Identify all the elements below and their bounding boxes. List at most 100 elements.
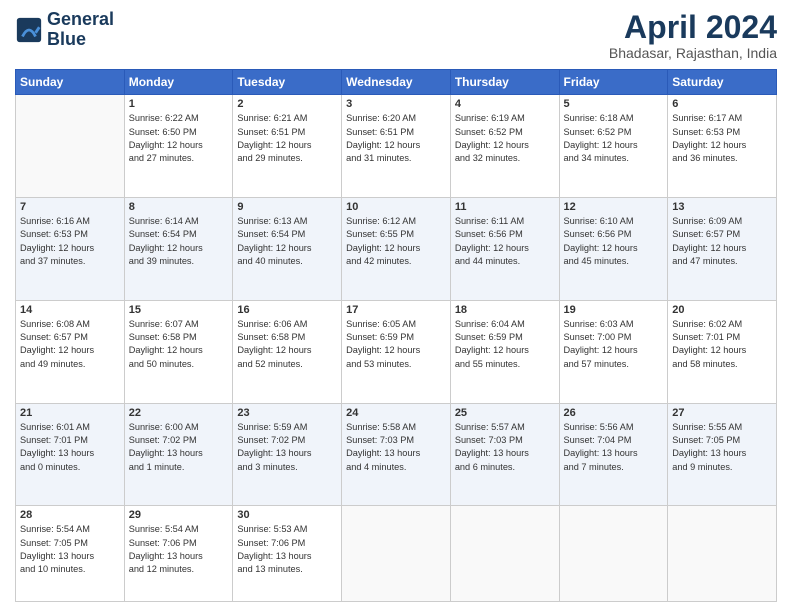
calendar-cell: 1Sunrise: 6:22 AM Sunset: 6:50 PM Daylig…: [124, 95, 233, 198]
calendar-cell: [342, 506, 451, 602]
day-number: 10: [346, 201, 446, 213]
calendar-cell: [450, 506, 559, 602]
day-number: 3: [346, 98, 446, 110]
calendar-cell: 2 Sunrise: 6:21 AM Sunset: 6:51 PM Daylig…: [233, 95, 342, 198]
day-info: Sunrise: 6:11 AM Sunset: 6:56 PM Dayligh…: [455, 215, 555, 268]
calendar-cell: 28 Sunrise: 5:54 AM Sunset: 7:05 PM Dayli…: [16, 506, 125, 602]
header-day-sunday: Sunday: [16, 70, 125, 95]
calendar-cell: 21 Sunrise: 6:01 AM Sunset: 7:01 PM Dayli…: [16, 403, 125, 506]
calendar-cell: 26 Sunrise: 5:56 AM Sunset: 7:04 PM Dayli…: [559, 403, 668, 506]
day-number: 25: [455, 407, 555, 419]
logo-line2: Blue: [47, 30, 114, 50]
logo-icon: [15, 16, 43, 44]
logo: General Blue: [15, 10, 114, 50]
calendar-cell: 5 Sunrise: 6:18 AM Sunset: 6:52 PM Daylig…: [559, 95, 668, 198]
day-number: 21: [20, 407, 120, 419]
day-info: Sunrise: 5:56 AM Sunset: 7:04 PM Dayligh…: [564, 421, 664, 474]
week-row-3: 14 Sunrise: 6:08 AM Sunset: 6:57 PM Dayli…: [16, 300, 777, 403]
day-info: Sunrise: 6:04 AM Sunset: 6:59 PM Dayligh…: [455, 318, 555, 371]
calendar-cell: 24Sunrise: 5:58 AM Sunset: 7:03 PM Dayli…: [342, 403, 451, 506]
title-block: April 2024 Bhadasar, Rajasthan, India: [609, 10, 777, 61]
day-number: 13: [672, 201, 772, 213]
day-number: 8: [129, 201, 229, 213]
week-row-4: 21 Sunrise: 6:01 AM Sunset: 7:01 PM Dayli…: [16, 403, 777, 506]
day-number: 20: [672, 304, 772, 316]
day-info: Sunrise: 6:07 AM Sunset: 6:58 PM Dayligh…: [129, 318, 229, 371]
day-info: Sunrise: 6:21 AM Sunset: 6:51 PM Dayligh…: [237, 112, 337, 165]
calendar-cell: 12 Sunrise: 6:10 AM Sunset: 6:56 PM Dayli…: [559, 197, 668, 300]
day-info: Sunrise: 6:18 AM Sunset: 6:52 PM Dayligh…: [564, 112, 664, 165]
day-number: 14: [20, 304, 120, 316]
month-title: April 2024: [609, 10, 777, 45]
calendar-cell: 3 Sunrise: 6:20 AM Sunset: 6:51 PM Daylig…: [342, 95, 451, 198]
day-number: 2: [237, 98, 337, 110]
day-info: Sunrise: 6:17 AM Sunset: 6:53 PM Dayligh…: [672, 112, 772, 165]
day-info: Sunrise: 6:14 AM Sunset: 6:54 PM Dayligh…: [129, 215, 229, 268]
logo-line1: General: [47, 10, 114, 30]
day-info: Sunrise: 6:01 AM Sunset: 7:01 PM Dayligh…: [20, 421, 120, 474]
day-number: 26: [564, 407, 664, 419]
header-day-monday: Monday: [124, 70, 233, 95]
day-info: Sunrise: 6:05 AM Sunset: 6:59 PM Dayligh…: [346, 318, 446, 371]
day-number: 22: [129, 407, 229, 419]
day-info: Sunrise: 6:09 AM Sunset: 6:57 PM Dayligh…: [672, 215, 772, 268]
header-row: SundayMondayTuesdayWednesdayThursdayFrid…: [16, 70, 777, 95]
day-number: 23: [237, 407, 337, 419]
header-day-thursday: Thursday: [450, 70, 559, 95]
calendar-cell: 8 Sunrise: 6:14 AM Sunset: 6:54 PM Daylig…: [124, 197, 233, 300]
day-info: Sunrise: 6:08 AM Sunset: 6:57 PM Dayligh…: [20, 318, 120, 371]
day-number: 7: [20, 201, 120, 213]
day-number: 29: [129, 509, 229, 521]
day-number: 12: [564, 201, 664, 213]
day-number: 18: [455, 304, 555, 316]
header: General Blue April 2024 Bhadasar, Rajast…: [15, 10, 777, 61]
day-info: Sunrise: 6:10 AM Sunset: 6:56 PM Dayligh…: [564, 215, 664, 268]
header-day-saturday: Saturday: [668, 70, 777, 95]
day-info: Sunrise: 6:02 AM Sunset: 7:01 PM Dayligh…: [672, 318, 772, 371]
day-info: Sunrise: 6:03 AM Sunset: 7:00 PM Dayligh…: [564, 318, 664, 371]
day-info: Sunrise: 6:00 AM Sunset: 7:02 PM Dayligh…: [129, 421, 229, 474]
day-number: 19: [564, 304, 664, 316]
day-info: Sunrise: 5:54 AM Sunset: 7:05 PM Dayligh…: [20, 523, 120, 576]
day-number: 30: [237, 509, 337, 521]
calendar-cell: 9Sunrise: 6:13 AM Sunset: 6:54 PM Daylig…: [233, 197, 342, 300]
calendar-cell: 20 Sunrise: 6:02 AM Sunset: 7:01 PM Dayli…: [668, 300, 777, 403]
day-number: 27: [672, 407, 772, 419]
calendar-table: SundayMondayTuesdayWednesdayThursdayFrid…: [15, 69, 777, 602]
calendar-cell: 11Sunrise: 6:11 AM Sunset: 6:56 PM Dayli…: [450, 197, 559, 300]
day-number: 17: [346, 304, 446, 316]
calendar-cell: 14 Sunrise: 6:08 AM Sunset: 6:57 PM Dayli…: [16, 300, 125, 403]
calendar-cell: 10Sunrise: 6:12 AM Sunset: 6:55 PM Dayli…: [342, 197, 451, 300]
calendar-cell: 6Sunrise: 6:17 AM Sunset: 6:53 PM Daylig…: [668, 95, 777, 198]
calendar-cell: [668, 506, 777, 602]
day-info: Sunrise: 6:19 AM Sunset: 6:52 PM Dayligh…: [455, 112, 555, 165]
header-day-wednesday: Wednesday: [342, 70, 451, 95]
day-info: Sunrise: 5:55 AM Sunset: 7:05 PM Dayligh…: [672, 421, 772, 474]
week-row-1: 1Sunrise: 6:22 AM Sunset: 6:50 PM Daylig…: [16, 95, 777, 198]
calendar-cell: 23 Sunrise: 5:59 AM Sunset: 7:02 PM Dayli…: [233, 403, 342, 506]
calendar-cell: 29Sunrise: 5:54 AM Sunset: 7:06 PM Dayli…: [124, 506, 233, 602]
calendar-body: 1Sunrise: 6:22 AM Sunset: 6:50 PM Daylig…: [16, 95, 777, 602]
day-info: Sunrise: 5:59 AM Sunset: 7:02 PM Dayligh…: [237, 421, 337, 474]
day-info: Sunrise: 6:13 AM Sunset: 6:54 PM Dayligh…: [237, 215, 337, 268]
calendar-cell: 22 Sunrise: 6:00 AM Sunset: 7:02 PM Dayli…: [124, 403, 233, 506]
day-number: 16: [237, 304, 337, 316]
calendar-cell: 4 Sunrise: 6:19 AM Sunset: 6:52 PM Daylig…: [450, 95, 559, 198]
day-info: Sunrise: 6:20 AM Sunset: 6:51 PM Dayligh…: [346, 112, 446, 165]
day-info: Sunrise: 5:57 AM Sunset: 7:03 PM Dayligh…: [455, 421, 555, 474]
day-number: 5: [564, 98, 664, 110]
calendar-cell: 18 Sunrise: 6:04 AM Sunset: 6:59 PM Dayli…: [450, 300, 559, 403]
day-number: 28: [20, 509, 120, 521]
calendar-cell: 17 Sunrise: 6:05 AM Sunset: 6:59 PM Dayli…: [342, 300, 451, 403]
day-number: 4: [455, 98, 555, 110]
calendar-cell: 7Sunrise: 6:16 AM Sunset: 6:53 PM Daylig…: [16, 197, 125, 300]
day-info: Sunrise: 6:22 AM Sunset: 6:50 PM Dayligh…: [129, 112, 229, 165]
day-info: Sunrise: 6:06 AM Sunset: 6:58 PM Dayligh…: [237, 318, 337, 371]
day-number: 15: [129, 304, 229, 316]
day-info: Sunrise: 5:58 AM Sunset: 7:03 PM Dayligh…: [346, 421, 446, 474]
calendar-cell: 27 Sunrise: 5:55 AM Sunset: 7:05 PM Dayli…: [668, 403, 777, 506]
calendar-cell: 19 Sunrise: 6:03 AM Sunset: 7:00 PM Dayli…: [559, 300, 668, 403]
header-day-friday: Friday: [559, 70, 668, 95]
page: General Blue April 2024 Bhadasar, Rajast…: [0, 0, 792, 612]
calendar-header: SundayMondayTuesdayWednesdayThursdayFrid…: [16, 70, 777, 95]
